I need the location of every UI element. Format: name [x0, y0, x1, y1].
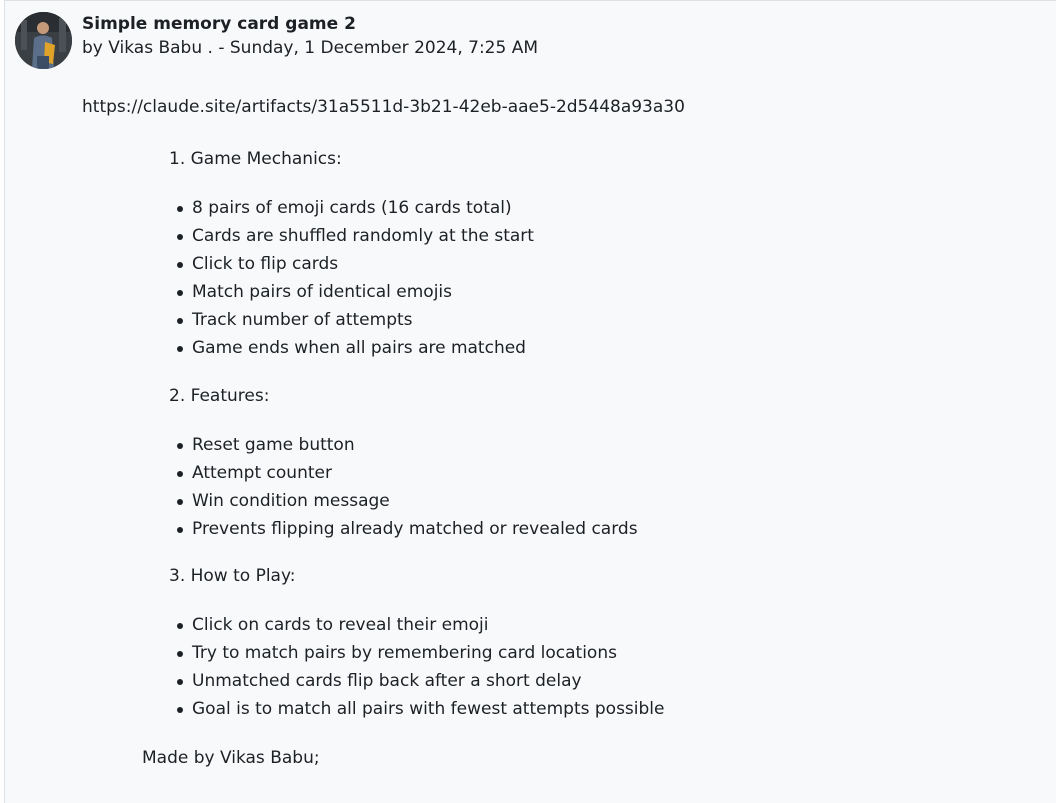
- bullet-list-how-to-play: Click on cards to reveal their emoji Try…: [175, 614, 664, 726]
- section-title-how-to-play: 3. How to Play:: [169, 566, 296, 586]
- list-item: Goal is to match all pairs with fewest a…: [175, 698, 664, 726]
- list-item: Click to flip cards: [175, 253, 534, 281]
- bullet-list-features: Reset game button Attempt counter Win co…: [175, 434, 638, 546]
- post-subject: Simple memory card game 2: [82, 14, 356, 34]
- list-item: Reset game button: [175, 434, 638, 462]
- author-link[interactable]: Vikas Babu .: [108, 38, 213, 58]
- post-byline: by Vikas Babu . - Sunday, 1 December 202…: [82, 37, 538, 59]
- forum-post: Simple memory card game 2 by Vikas Babu …: [4, 0, 1056, 803]
- list-item: Unmatched cards flip back after a short …: [175, 670, 664, 698]
- list-item: Attempt counter: [175, 462, 638, 490]
- byline-separator: -: [212, 38, 230, 58]
- list-item: Track number of attempts: [175, 309, 534, 337]
- post-date: Sunday, 1 December 2024, 7:25 AM: [229, 38, 539, 58]
- list-item: 8 pairs of emoji cards (16 cards total): [175, 197, 534, 225]
- list-item: Game ends when all pairs are matched: [175, 337, 534, 365]
- avatar-photo-icon: [15, 12, 72, 69]
- list-item: Try to match pairs by remembering card l…: [175, 642, 664, 670]
- artifact-link[interactable]: https://claude.site/artifacts/31a5511d-3…: [82, 96, 685, 118]
- byline-prefix: by: [82, 38, 109, 58]
- section-title-game-mechanics: 1. Game Mechanics:: [169, 149, 342, 169]
- avatar[interactable]: [15, 12, 72, 69]
- bullet-list-game-mechanics: 8 pairs of emoji cards (16 cards total) …: [175, 197, 534, 365]
- list-item: Cards are shuffled randomly at the start: [175, 225, 534, 253]
- list-item: Match pairs of identical emojis: [175, 281, 534, 309]
- list-item: Prevents flipping already matched or rev…: [175, 518, 638, 546]
- post-signature: Made by Vikas Babu;: [142, 748, 320, 768]
- list-item: Click on cards to reveal their emoji: [175, 614, 664, 642]
- section-title-features: 2. Features:: [169, 386, 270, 406]
- list-item: Win condition message: [175, 490, 638, 518]
